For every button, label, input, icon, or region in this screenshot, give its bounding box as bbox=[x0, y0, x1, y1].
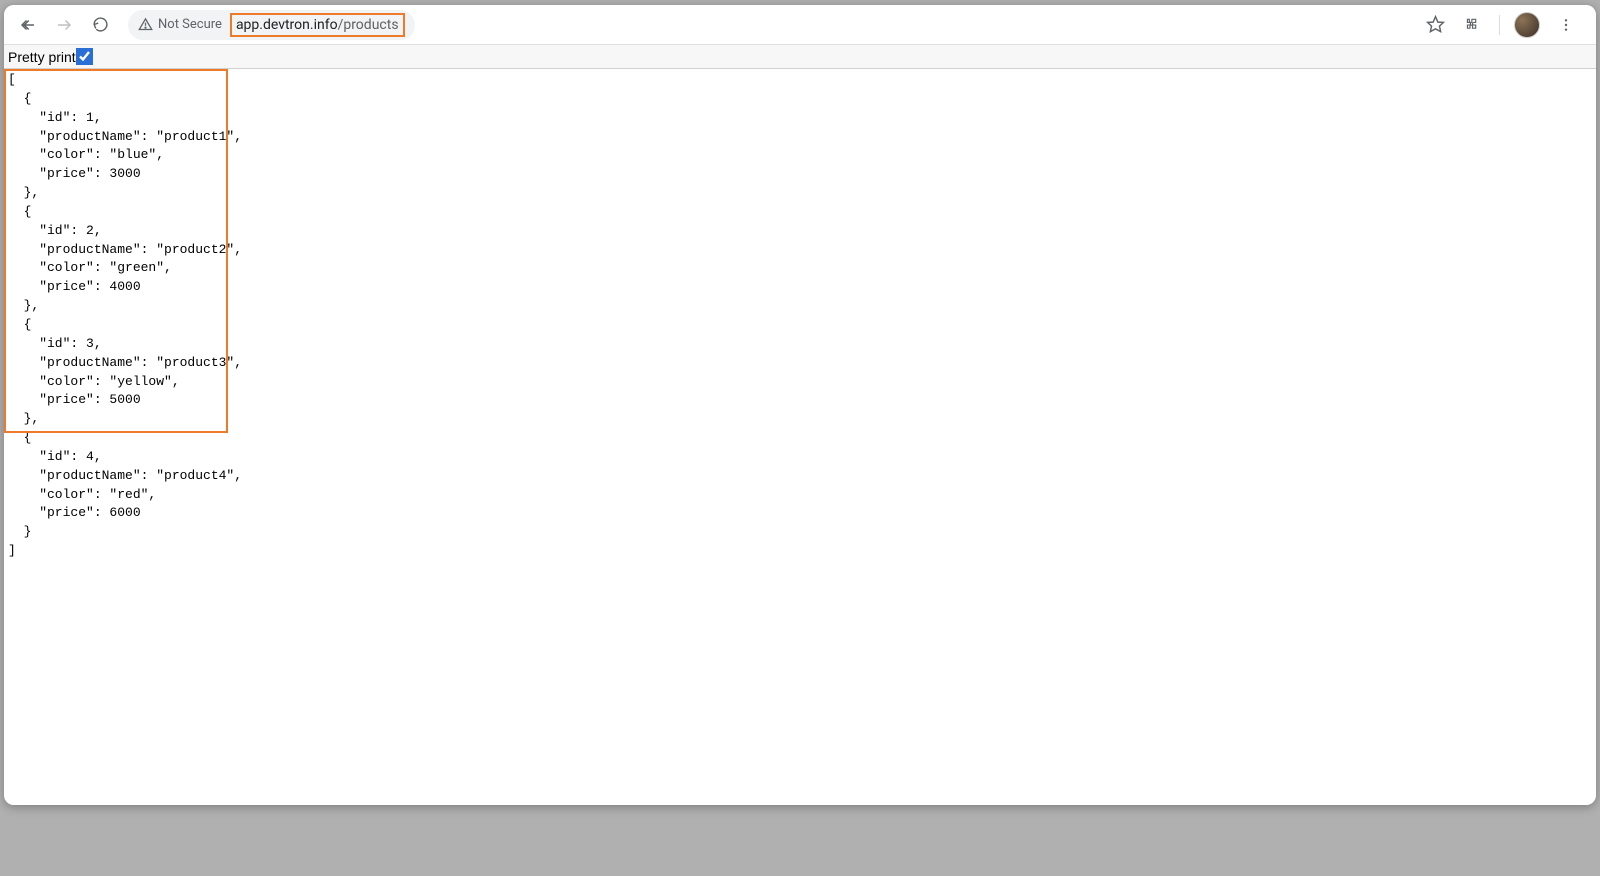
not-secure-label: Not Secure bbox=[158, 17, 222, 32]
browser-window: Not Secure app.devtron.info/products Pre… bbox=[4, 5, 1596, 805]
browser-toolbar: Not Secure app.devtron.info/products bbox=[4, 5, 1596, 45]
bookmark-button[interactable] bbox=[1423, 13, 1447, 37]
url-path: /products bbox=[338, 17, 399, 33]
forward-button[interactable] bbox=[50, 11, 78, 39]
reload-icon bbox=[92, 16, 109, 33]
address-bar[interactable]: Not Secure app.devtron.info/products bbox=[128, 10, 415, 40]
toolbar-divider bbox=[1499, 15, 1500, 35]
security-indicator[interactable]: Not Secure bbox=[138, 17, 224, 32]
back-button[interactable] bbox=[14, 11, 42, 39]
kebab-menu-icon bbox=[1558, 17, 1574, 33]
arrow-left-icon bbox=[19, 16, 37, 34]
pretty-print-bar: Pretty print bbox=[4, 45, 1596, 69]
pretty-print-checkbox[interactable] bbox=[77, 49, 92, 64]
pretty-print-label: Pretty print bbox=[8, 49, 76, 65]
json-output: [ { "id": 1, "productName": "product1", … bbox=[4, 69, 1596, 563]
menu-button[interactable] bbox=[1554, 13, 1578, 37]
warning-icon bbox=[138, 17, 153, 32]
star-icon bbox=[1426, 15, 1445, 34]
url-highlight-box: app.devtron.info/products bbox=[230, 13, 405, 37]
extensions-button[interactable] bbox=[1461, 13, 1485, 37]
puzzle-icon bbox=[1464, 16, 1482, 34]
arrow-right-icon bbox=[55, 16, 73, 34]
profile-avatar[interactable] bbox=[1514, 12, 1540, 38]
toolbar-right-icons bbox=[1423, 12, 1586, 38]
page-content: [ { "id": 1, "productName": "product1", … bbox=[4, 69, 1596, 805]
reload-button[interactable] bbox=[86, 11, 114, 39]
url-domain: app.devtron.info bbox=[236, 17, 338, 33]
